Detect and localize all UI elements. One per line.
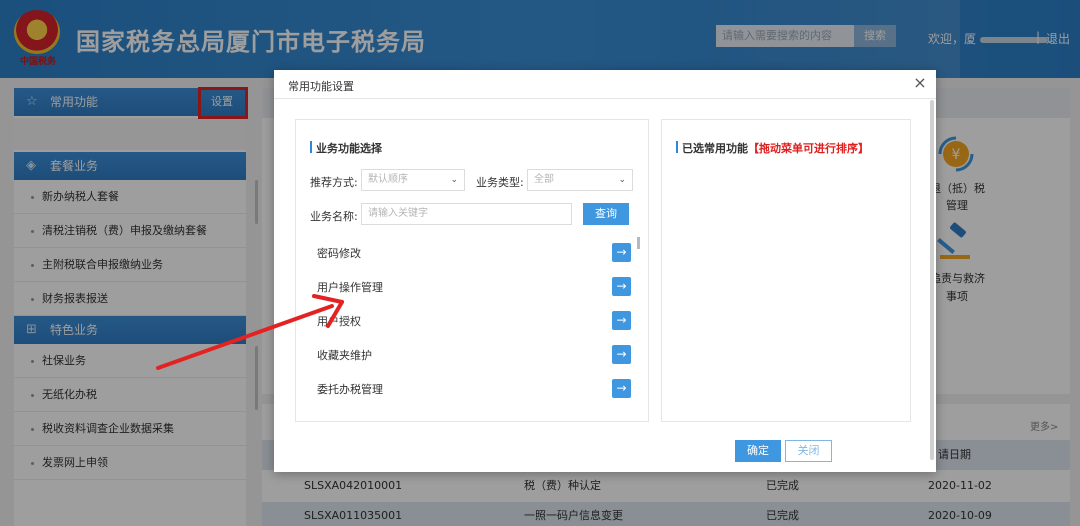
type-label: 业务类型: <box>476 176 524 189</box>
add-arrow-icon[interactable]: → <box>612 345 631 364</box>
selected-functions-panel[interactable] <box>661 119 911 422</box>
close-icon[interactable]: × <box>912 74 928 92</box>
list-item[interactable]: 用户授权 → <box>295 305 631 339</box>
function-name: 收藏夹维护 <box>317 349 372 362</box>
add-arrow-icon[interactable]: → <box>612 277 631 296</box>
query-button[interactable]: 查询 <box>583 203 629 225</box>
list-item[interactable]: 用户操作管理 → <box>295 271 631 305</box>
add-arrow-icon[interactable]: → <box>612 379 631 398</box>
function-name: 密码修改 <box>317 247 361 260</box>
add-arrow-icon[interactable]: → <box>612 243 631 262</box>
recommend-label: 推荐方式: <box>310 176 358 189</box>
confirm-button[interactable]: 确定 <box>735 440 781 462</box>
name-label: 业务名称: <box>310 210 358 223</box>
chevron-down-icon: ⌄ <box>450 175 458 185</box>
list-item[interactable]: 委托办税管理 → <box>295 373 631 407</box>
selected-functions-title: 已选常用功能【拖动菜单可进行排序】 <box>676 140 869 156</box>
function-list-scrollbar[interactable] <box>637 237 640 249</box>
list-item[interactable]: 收藏夹维护 → <box>295 339 631 373</box>
type-value: 全部 <box>534 174 554 185</box>
recommend-value: 默认顺序 <box>368 174 408 185</box>
dialog-title: 常用功能设置 <box>288 80 354 93</box>
dialog-divider <box>274 98 936 99</box>
selected-title-text: 已选常用功能 <box>682 142 748 155</box>
recommend-select[interactable]: 默认顺序 ⌄ <box>361 169 465 191</box>
function-name: 用户授权 <box>317 315 361 328</box>
common-functions-dialog: 常用功能设置 × 业务功能选择 推荐方式: 默认顺序 ⌄ 业务类型: 全部 ⌄ … <box>274 70 936 472</box>
chevron-down-icon: ⌄ <box>618 175 626 185</box>
list-item[interactable]: 密码修改 → <box>295 237 631 271</box>
function-name: 委托办税管理 <box>317 383 383 396</box>
dialog-scrollbar[interactable] <box>930 100 934 460</box>
cancel-button[interactable]: 关闭 <box>785 440 832 462</box>
function-selection-title: 业务功能选择 <box>310 140 382 156</box>
add-arrow-icon[interactable]: → <box>612 311 631 330</box>
keyword-input[interactable]: 请输入关键字 <box>361 203 572 225</box>
drag-sort-hint: 【拖动菜单可进行排序】 <box>748 142 869 155</box>
type-select[interactable]: 全部 ⌄ <box>527 169 633 191</box>
function-name: 用户操作管理 <box>317 281 383 294</box>
